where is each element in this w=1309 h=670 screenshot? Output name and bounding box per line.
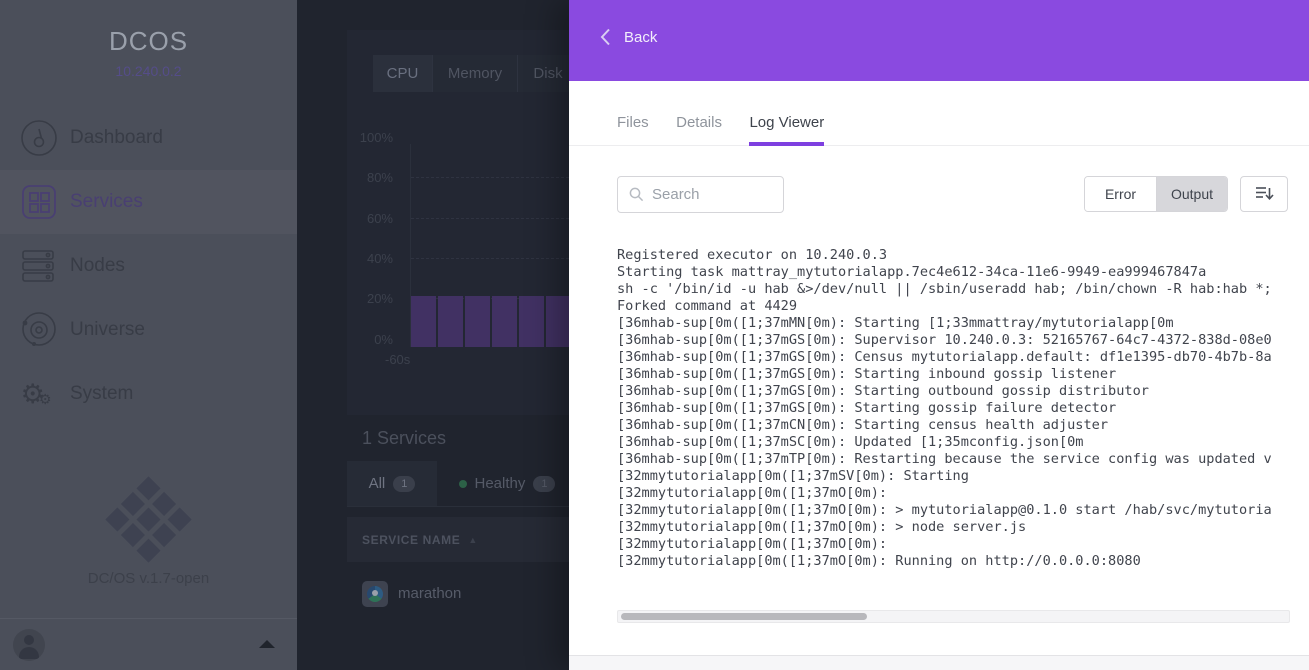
services-count-heading: 1 Services [362,428,446,449]
panel-footer [569,655,1309,670]
panel-tabs: Files Details Log Viewer [569,114,1309,146]
sidebar-item-label: System [70,383,133,405]
count-badge: 1 [393,476,415,492]
sidebar-item-universe[interactable]: Universe [0,298,297,362]
sidebar-item-system[interactable]: ⚙⚙ System [0,362,297,426]
cpu-usage-bars [411,144,569,347]
horizontal-scrollbar[interactable] [617,610,1290,623]
filter-label: All [369,475,386,492]
sort-asc-icon: ▲ [468,535,477,545]
caret-up-icon [259,640,275,648]
cpu-bar [546,296,569,347]
cpu-bar [465,296,490,347]
tab-disk[interactable]: Disk [518,55,569,92]
tab-details[interactable]: Details [676,114,722,146]
brand: DCOS 10.240.0.2 [0,0,297,79]
sidebar: DCOS 10.240.0.2 Dashboard Services Nodes [0,0,297,670]
servers-icon [19,246,59,286]
resource-tabs: CPU Memory Disk [373,55,569,92]
x-axis-tick: -60s [385,352,410,367]
brand-title: DCOS [0,26,297,57]
y-axis-tick: 0% [297,332,393,347]
log-stream-toggle: Error Output [1084,176,1228,212]
search-box [617,176,784,213]
sidebar-item-label: Universe [70,319,145,341]
healthy-dot-icon [459,480,467,488]
services-page-background: CPU Memory Disk 100% 80% 60% 40% 20% 0% … [297,0,569,670]
count-badge: 1 [533,476,555,492]
cpu-bar [519,296,544,347]
y-axis-tick: 20% [297,291,393,306]
sidebar-nav: Dashboard Services Nodes Universe ⚙⚙ Sys… [0,106,297,426]
y-axis-tick: 60% [297,211,393,226]
sidebar-item-nodes[interactable]: Nodes [0,234,297,298]
sidebar-item-label: Nodes [70,255,125,277]
tab-log-viewer[interactable]: Log Viewer [749,114,824,146]
y-axis-tick: 100% [297,130,393,145]
gears-icon: ⚙⚙ [19,374,59,414]
filter-label: Healthy [475,475,526,492]
user-menu[interactable] [0,618,297,670]
search-icon [629,187,644,202]
panel-header: Back [569,0,1309,81]
scrollbar-thumb[interactable] [621,613,867,620]
sidebar-item-dashboard[interactable]: Dashboard [0,106,297,170]
version-label: DC/OS v.1.7-open [0,570,297,587]
back-label: Back [624,29,657,46]
cpu-bar [438,296,463,347]
chevron-left-icon [600,28,611,46]
y-axis-tick: 80% [297,170,393,185]
log-controls: Error Output [569,176,1309,213]
tab-memory[interactable]: Memory [433,55,518,92]
download-log-icon [1254,184,1274,204]
error-toggle-button[interactable]: Error [1085,177,1156,211]
service-name: marathon [398,585,461,602]
gauge-icon [19,118,59,158]
grid-icon [19,182,59,222]
filter-tab-healthy[interactable]: Healthy 1 [437,461,569,506]
search-input[interactable] [652,186,772,203]
tab-files[interactable]: Files [617,114,649,146]
task-detail-panel: Back Files Details Log Viewer Error Outp… [569,0,1309,670]
sidebar-item-label: Dashboard [70,127,163,149]
output-toggle-button[interactable]: Output [1156,177,1227,211]
log-output[interactable]: Registered executor on 10.240.0.3 Starti… [617,247,1291,577]
avatar [13,629,45,661]
cluster-ip: 10.240.0.2 [0,63,297,79]
table-header-service-name[interactable]: SERVICE NAME ▲ [347,517,569,562]
sidebar-item-label: Services [70,191,143,213]
download-log-button[interactable] [1240,176,1288,212]
planet-icon [19,310,59,350]
cpu-bar [411,296,436,347]
back-button[interactable]: Back [600,28,657,46]
y-axis-tick: 40% [297,251,393,266]
cpu-bar [492,296,517,347]
tab-cpu[interactable]: CPU [373,55,433,92]
marathon-icon [362,581,388,607]
dcos-diamond-logo [105,476,191,562]
filter-tab-all[interactable]: All 1 [347,461,437,506]
column-header-label: SERVICE NAME [362,533,460,547]
service-filter-tabs: All 1 Healthy 1 [347,461,569,507]
sidebar-item-services[interactable]: Services [0,170,297,234]
service-row-marathon[interactable]: marathon [347,562,569,625]
